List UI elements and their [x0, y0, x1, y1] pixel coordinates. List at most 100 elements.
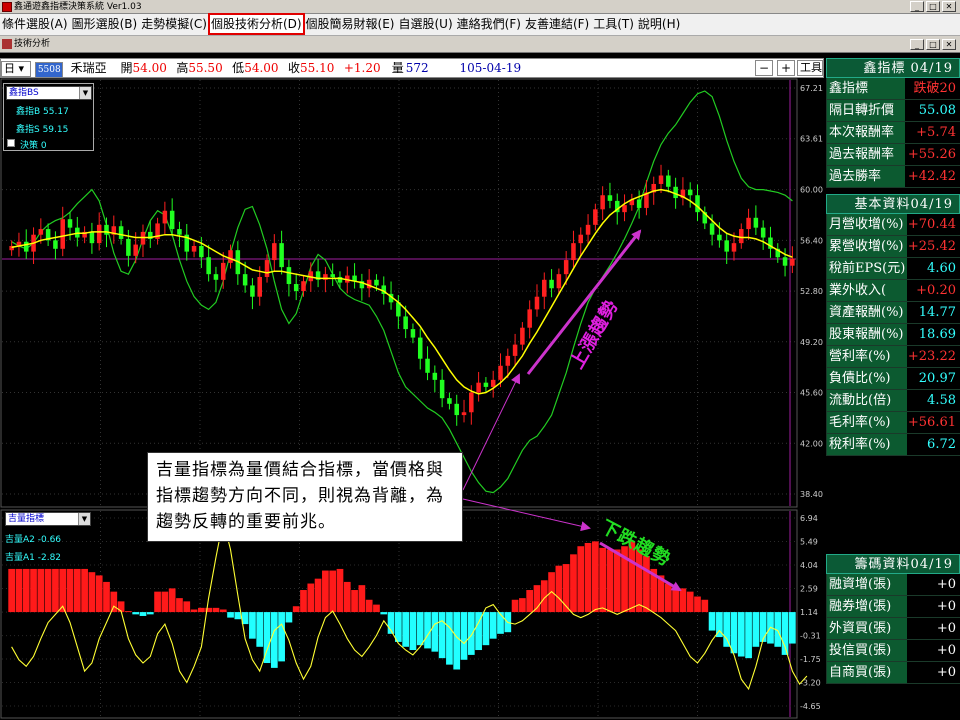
histogram-bar: [788, 612, 796, 644]
price-tick-label: 38.40: [800, 490, 823, 499]
histogram-bar: [285, 612, 293, 623]
stock-info-bar: 日 ▾ 5508 禾瑞亞 開54.00 高55.50 低54.00 收55.10…: [0, 58, 824, 78]
histogram-bar: [599, 547, 607, 613]
main-indicator-select[interactable]: 鑫指BS ▼: [6, 86, 92, 100]
candle-body: [374, 279, 379, 286]
histogram-bar: [183, 601, 191, 613]
minimize-button[interactable]: _: [910, 1, 924, 12]
volume-value: 572: [405, 61, 429, 75]
candle-body: [126, 238, 131, 256]
candle-body: [534, 296, 540, 310]
sub-maximize-button[interactable]: □: [926, 39, 940, 50]
change-value: +1.20: [343, 61, 381, 75]
menu-item-7[interactable]: 友善連結(F): [523, 14, 591, 34]
histogram-bar: [88, 572, 96, 613]
close-value: 55.10: [300, 61, 335, 75]
tools-button[interactable]: 工具: [797, 60, 823, 76]
xin_panel-row-value: 跌破20: [905, 78, 960, 99]
menu-item-4[interactable]: 個股簡易財報(E): [304, 14, 397, 34]
candle-body: [286, 267, 292, 285]
histogram-bar: [591, 541, 599, 613]
menu-item-8[interactable]: 工具(T): [591, 14, 636, 34]
candle-body: [790, 258, 795, 266]
menu-item-1[interactable]: 圖形選股(B): [70, 14, 140, 34]
fund_panel-row: 資產報酬(%) 14.77: [826, 302, 960, 324]
sub-close-button[interactable]: ✕: [942, 39, 956, 50]
histogram-bar: [460, 612, 468, 660]
histogram-bar: [424, 612, 431, 649]
histogram-bar: [81, 568, 88, 613]
chip-data-panel: 籌碼資料04/19 融資增(張) +0 融券增(張) +0 外資買(張) +0 投信買(張) +…: [826, 554, 960, 684]
sub-minimize-button[interactable]: _: [910, 39, 924, 50]
chip_panel-row: 融券增(張) +0: [826, 596, 960, 618]
menu-item-6[interactable]: 連絡我們(F): [455, 14, 523, 34]
candle-body: [527, 309, 532, 328]
histogram-bar: [664, 583, 672, 613]
subwindow-icon: [2, 39, 12, 49]
zoom-in-button[interactable]: +: [777, 60, 795, 76]
open-label: 開: [120, 61, 133, 75]
technical-chart[interactable]: 67.21 63.61 60.00 56.40 52.80 49.20 45.60 42.00…: [0, 78, 824, 720]
histogram-bar: [394, 612, 402, 642]
candle-body: [191, 245, 197, 252]
price-tick-label: 67.21: [800, 84, 823, 93]
histogram-bar: [570, 554, 577, 613]
fund_panel-row-value: +25.42: [907, 236, 960, 257]
fund_panel-row-label: 流動比(倍): [827, 390, 907, 411]
sub-tick-label: -0.31: [800, 632, 821, 641]
main-indicator-legend: 鑫指BS ▼ 鑫指B 55.17 鑫指S 59.15 決策 0: [3, 83, 94, 151]
menu-item-2[interactable]: 走勢模擬(C): [139, 14, 209, 34]
close-button[interactable]: ✕: [942, 1, 956, 12]
candle-body: [162, 210, 168, 224]
menu-item-9[interactable]: 說明(H): [636, 14, 682, 34]
chip_panel-row-value: +0: [907, 618, 960, 639]
xin_panel-row: 鑫指標 跌破20: [826, 78, 960, 100]
period-value: 日: [4, 62, 15, 75]
candle-body: [585, 224, 591, 235]
chip_panel-row-label: 外資買(張): [827, 618, 907, 639]
menu-item-3[interactable]: 個股技術分析(D): [207, 13, 305, 35]
stock-code-input[interactable]: 5508: [34, 62, 63, 77]
candle-body: [410, 329, 416, 338]
candle-body: [439, 379, 445, 399]
candle-body: [242, 274, 248, 286]
sub-tick-label: 2.59: [800, 585, 818, 594]
fund_panel-row: 稅利率(%) 6.72: [826, 434, 960, 456]
candle-body: [753, 217, 759, 228]
sub-tick-label: -4.65: [800, 702, 821, 711]
decision-checkbox[interactable]: [7, 139, 15, 147]
histogram-bar: [679, 588, 687, 613]
maximize-button[interactable]: □: [926, 1, 940, 12]
histogram-bar: [482, 612, 490, 646]
sub-indicator-select[interactable]: 吉量指標 ▼: [5, 512, 91, 526]
period-select[interactable]: 日 ▾: [1, 61, 31, 77]
menu-item-5[interactable]: 自選股(U): [397, 14, 455, 34]
price-tick-label: 52.80: [800, 287, 823, 296]
menu-item-0[interactable]: 條件選股(A): [0, 14, 70, 34]
candle-body: [746, 217, 751, 230]
candle-body: [520, 327, 525, 345]
candle-body: [556, 274, 562, 289]
candle-body: [658, 175, 664, 184]
fund_panel-row: 累營收增(%) +25.42: [826, 236, 960, 258]
histogram-bar: [613, 549, 621, 613]
xin_panel-row-label: 隔日轉折價: [827, 100, 905, 121]
histogram-bar: [322, 570, 329, 613]
candle-body: [89, 231, 95, 244]
histogram-bar: [95, 575, 103, 613]
chevron-down-icon: ▼: [78, 513, 90, 525]
window-title: 鑫通遊鑫指標決策系統 Ver1.03: [14, 2, 142, 12]
histogram-bar: [497, 612, 504, 634]
histogram-bar: [190, 609, 198, 613]
zoom-out-button[interactable]: −: [755, 60, 773, 76]
histogram-bar: [358, 585, 366, 613]
candle-body: [206, 257, 211, 275]
histogram-bar: [606, 549, 614, 613]
fund_panel-row-label: 月營收增(%): [827, 214, 907, 235]
candle-body: [724, 240, 729, 252]
chip_panel-row-value: +0: [907, 574, 960, 595]
candle-body: [118, 226, 124, 239]
candle-body: [498, 365, 503, 380]
xin-indicator-panel: 鑫指標 04/19 鑫指標 跌破20 隔日轉折價 55.08 本次報酬率 +5.74 過去報酬…: [826, 58, 960, 188]
candle-body: [264, 260, 270, 277]
